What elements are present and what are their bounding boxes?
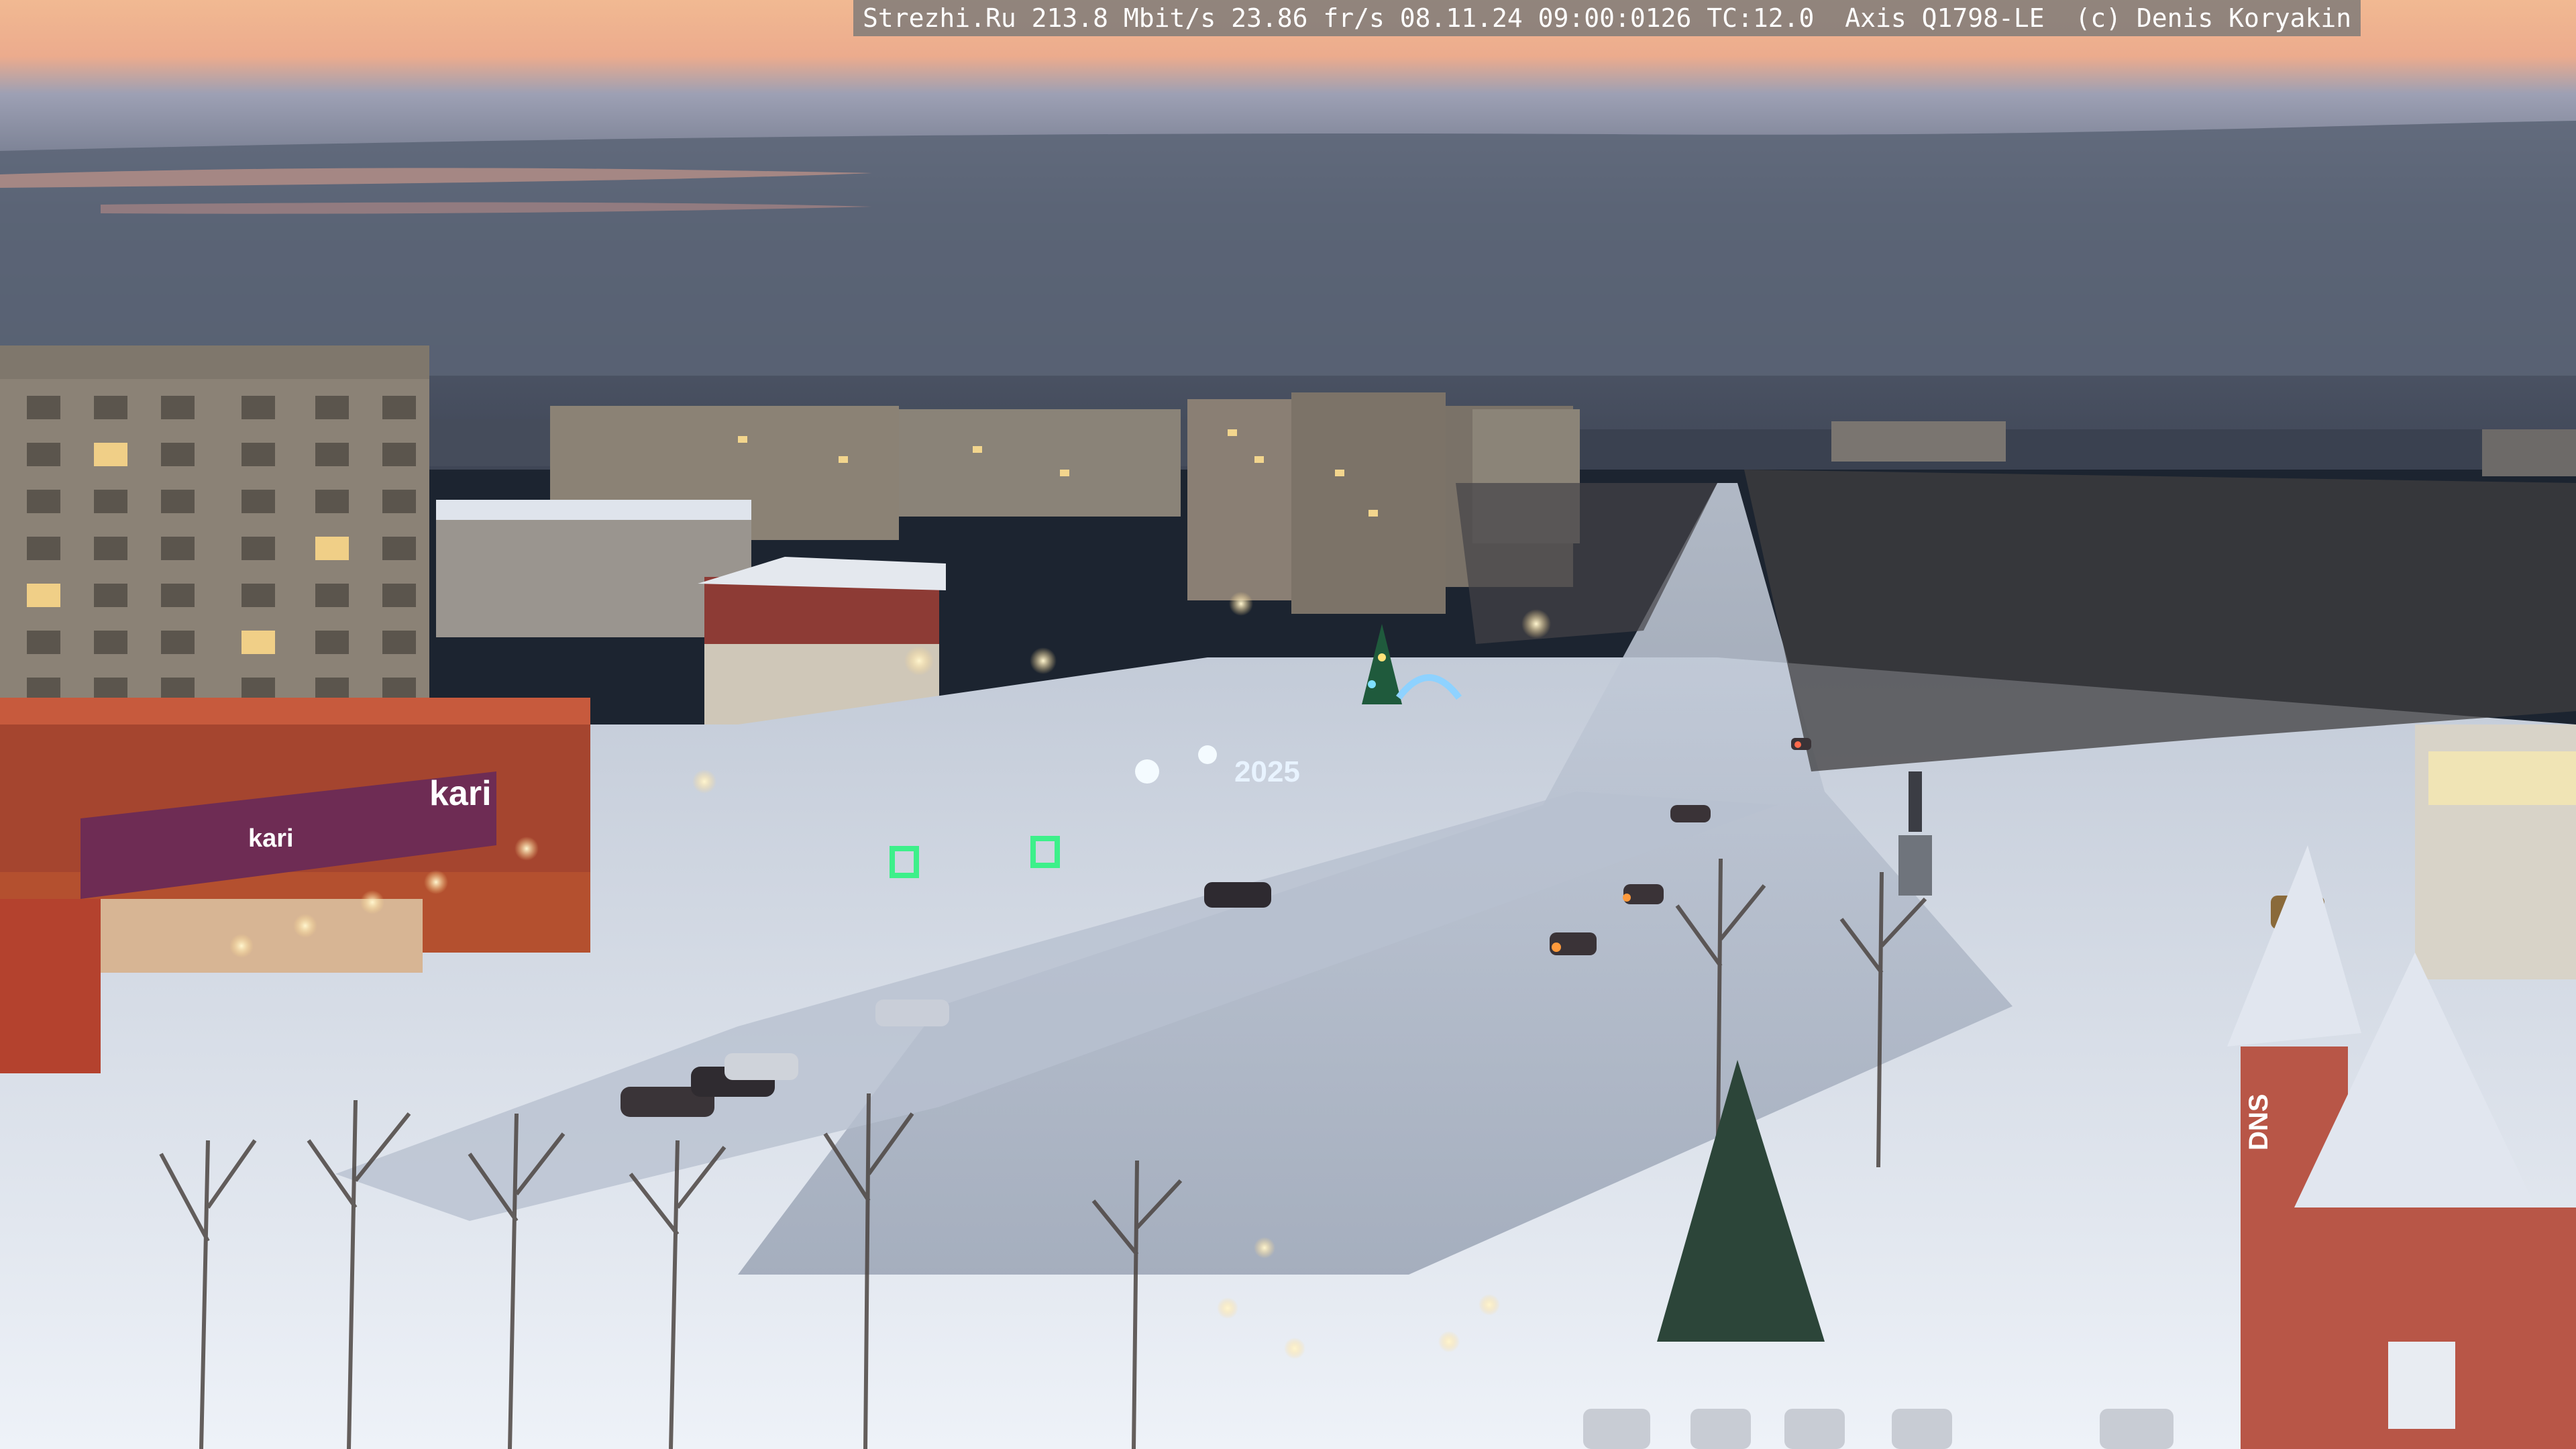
monument-pedestal xyxy=(1898,835,1932,896)
building-mid-roof xyxy=(436,500,751,520)
dns-sign: DNS xyxy=(2244,1094,2273,1150)
light-ball xyxy=(1135,759,1159,784)
webcam-city-scene: kari kari 2025 DNS xyxy=(0,0,2576,1449)
store-sign-kari-2: kari xyxy=(248,824,294,853)
horizon-forest xyxy=(1543,429,2576,470)
building-mid xyxy=(436,503,751,637)
year-sign: 2025 xyxy=(1234,755,1300,788)
cloud-band xyxy=(0,121,2576,376)
light-ball xyxy=(1198,745,1217,764)
camera-overlay-text: Strezhi.Ru 213.8 Mbit/s 23.86 fr/s 08.11… xyxy=(853,0,2361,36)
store-sign-kari: kari xyxy=(429,774,492,813)
monument xyxy=(1909,771,1922,832)
